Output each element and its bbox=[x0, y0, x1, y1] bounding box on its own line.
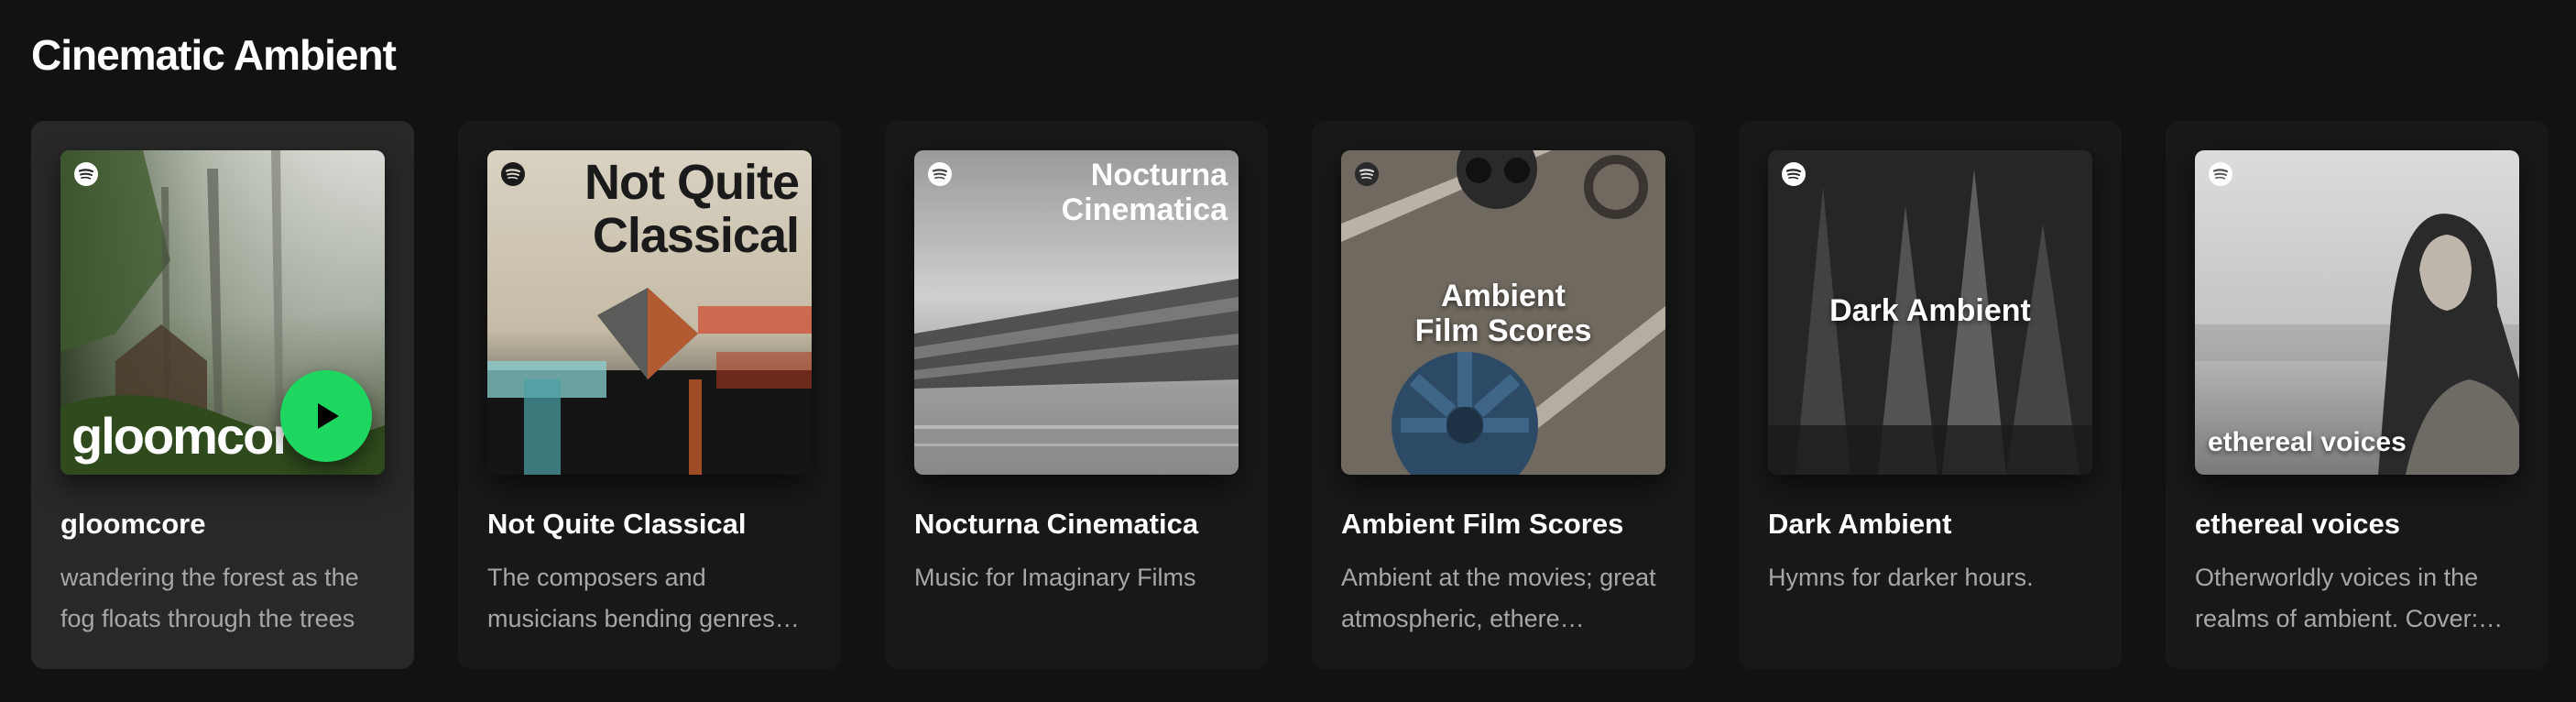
spotify-logo-icon bbox=[928, 162, 952, 186]
cinematic-ambient-shelf: Cinematic Ambient gloomcore gloomcore wa… bbox=[0, 0, 2576, 702]
play-button[interactable] bbox=[280, 370, 372, 462]
cover-title: ethereal voices bbox=[2208, 427, 2407, 457]
cover-title: Ambient Film Scores bbox=[1341, 279, 1665, 348]
playlist-card-ethereal-voices[interactable]: ethereal voices ethereal voices Otherwor… bbox=[2166, 121, 2549, 669]
cover-title: Nocturna Cinematica bbox=[1062, 158, 1228, 227]
playlist-description: Music for Imaginary Films bbox=[914, 564, 1196, 591]
playlist-cover: Ambient Film Scores bbox=[1341, 150, 1665, 475]
playlist-card-not-quite-classical[interactable]: Not Quite Classical Not Quite Classical … bbox=[458, 121, 841, 669]
cover-art-portrait bbox=[2195, 150, 2519, 475]
cover-title: Dark Ambient bbox=[1829, 293, 2031, 328]
spotify-logo-icon bbox=[2209, 162, 2232, 186]
playlist-card-ambient-film-scores[interactable]: Ambient Film Scores Ambient Film Scores … bbox=[1312, 121, 1695, 669]
playlist-card-nocturna-cinematica[interactable]: Nocturna Cinematica Nocturna Cinematica … bbox=[885, 121, 1268, 669]
spotify-logo-icon bbox=[74, 162, 98, 186]
cover-title-line: Cinematica bbox=[1061, 192, 1228, 227]
playlist-cover: Dark Ambient bbox=[1768, 150, 2092, 475]
playlist-title[interactable]: ethereal voices bbox=[2195, 508, 2519, 541]
playlist-title[interactable]: Ambient Film Scores bbox=[1341, 508, 1665, 541]
playlist-cover: Nocturna Cinematica bbox=[914, 150, 1239, 475]
playlist-title[interactable]: Nocturna Cinematica bbox=[914, 508, 1239, 541]
playlist-description: Otherworldly voices in the realms of amb… bbox=[2195, 564, 2504, 632]
cover-title: Not Quite Classical bbox=[584, 155, 800, 263]
playlist-title[interactable]: gloomcore bbox=[60, 508, 385, 541]
cover-title-line: Not Quite bbox=[584, 155, 800, 210]
playlist-card-gloomcore[interactable]: gloomcore gloomcore wandering the forest… bbox=[31, 121, 414, 669]
playlist-cover: gloomcore bbox=[60, 150, 385, 475]
playlist-card-dark-ambient[interactable]: Dark Ambient Dark Ambient Hymns for dark… bbox=[1739, 121, 2122, 669]
spotify-logo-icon bbox=[501, 162, 525, 186]
cover-title-line: Ambient bbox=[1441, 279, 1566, 313]
playlist-description: wandering the forest as the fog floats t… bbox=[60, 564, 359, 632]
playlist-description: Hymns for darker hours. bbox=[1768, 564, 2034, 591]
playlist-title[interactable]: Not Quite Classical bbox=[487, 508, 812, 541]
playlist-title[interactable]: Dark Ambient bbox=[1768, 508, 2092, 541]
shelf-title[interactable]: Cinematic Ambient bbox=[31, 27, 397, 82]
play-icon bbox=[318, 403, 339, 429]
cover-title-line: Classical bbox=[592, 208, 800, 263]
cover-title-line: Film Scores bbox=[1414, 313, 1592, 348]
shelf-cards: gloomcore gloomcore wandering the forest… bbox=[31, 121, 2549, 669]
spotify-logo-icon bbox=[1355, 162, 1379, 186]
cover-title-line: Nocturna bbox=[1090, 158, 1228, 192]
playlist-description: Ambient at the movies; great atmospheric… bbox=[1341, 564, 1656, 632]
spotify-logo-icon bbox=[1782, 162, 1806, 186]
playlist-cover: ethereal voices bbox=[2195, 150, 2519, 475]
playlist-cover: Not Quite Classical bbox=[487, 150, 812, 475]
playlist-description: The composers and musicians bending genr… bbox=[487, 564, 800, 632]
